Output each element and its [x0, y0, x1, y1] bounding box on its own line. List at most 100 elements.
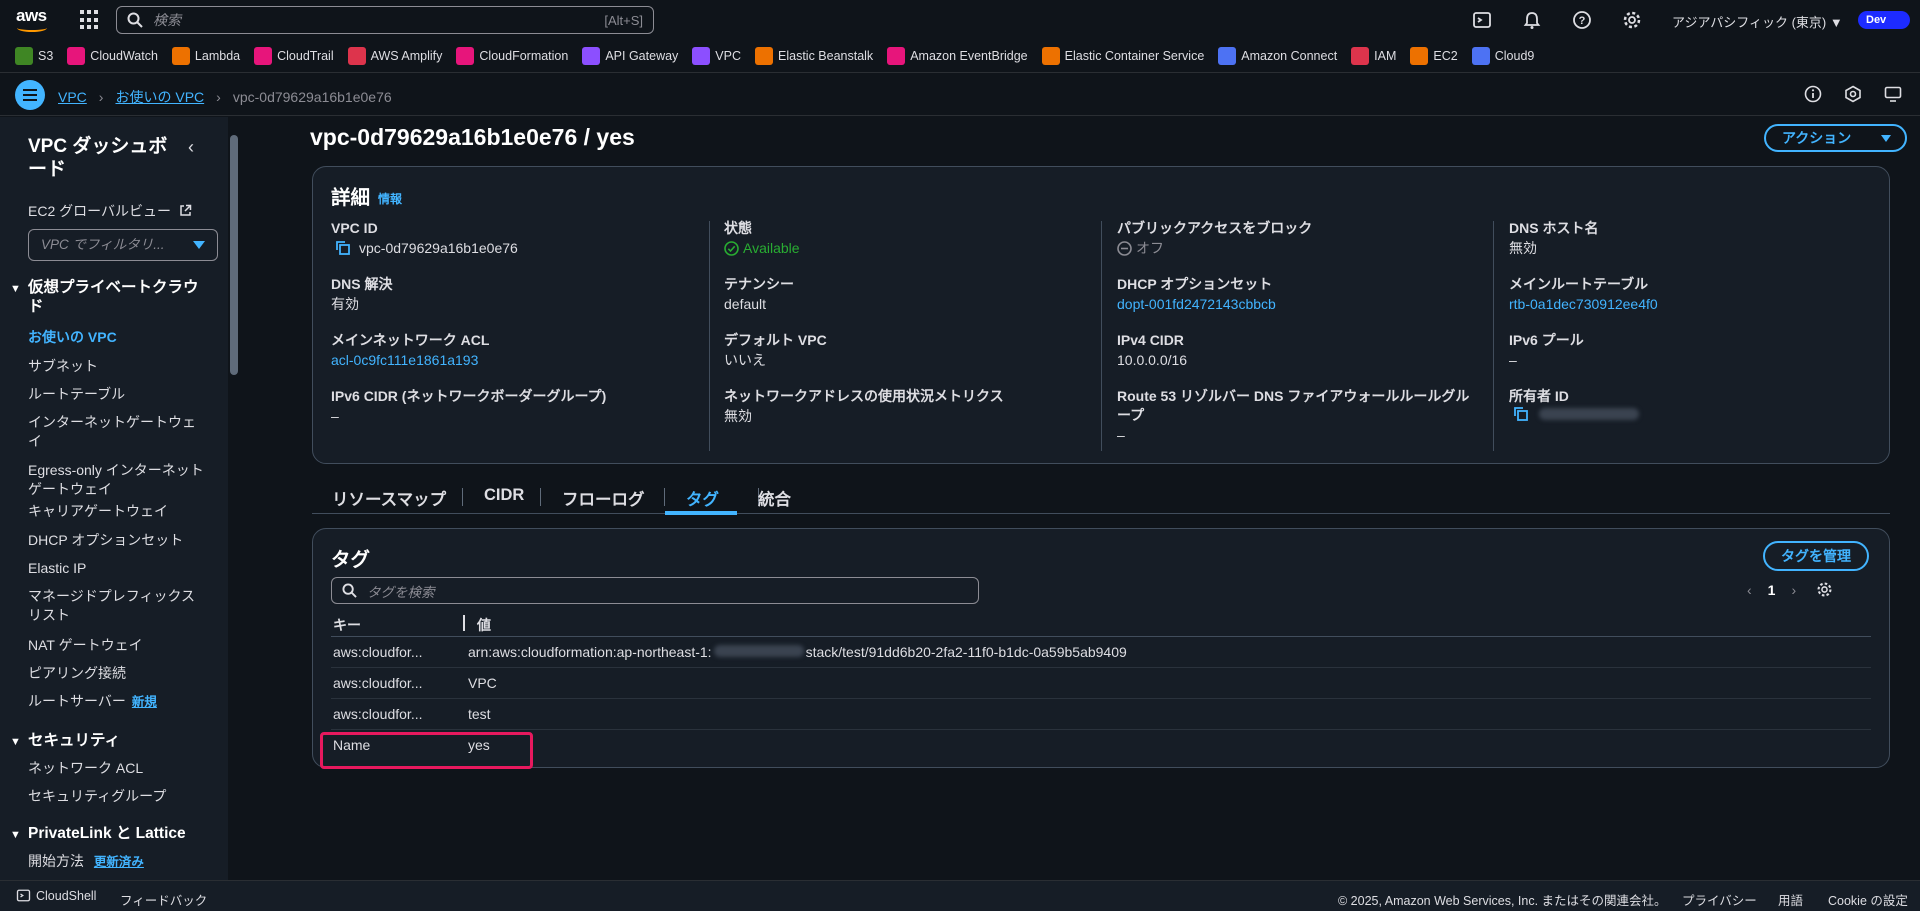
hamburger-menu-icon[interactable] — [15, 80, 45, 110]
favorite-cloud9[interactable]: Cloud9 — [1471, 47, 1534, 65]
feedback-link[interactable]: フィードバック — [120, 890, 207, 909]
column-resizer[interactable] — [463, 615, 465, 631]
page-tools — [1804, 85, 1902, 103]
redacted-account-id — [713, 645, 804, 657]
caret-down-icon — [1881, 135, 1891, 142]
tab-tags[interactable]: タグ — [686, 486, 719, 510]
field-main-acl: メインネットワーク ACL acl-0c9fc111e1861a193 — [331, 331, 701, 370]
favorite-amazon-connect[interactable]: Amazon Connect — [1218, 47, 1337, 65]
favorite-ec2[interactable]: EC2 — [1410, 47, 1458, 65]
bell-icon[interactable] — [1522, 10, 1542, 30]
footer: CloudShell フィードバック © 2025, Amazon Web Se… — [0, 880, 1920, 911]
tab-cidr[interactable]: CIDR — [484, 486, 524, 505]
sidebar-item-getting-started[interactable]: 開始方法 更新済み — [28, 852, 208, 872]
favorite-cloudtrail[interactable]: CloudTrail — [254, 47, 334, 65]
service-icon — [456, 47, 475, 65]
settings-gear-icon[interactable] — [1622, 10, 1642, 30]
cloudshell-icon[interactable] — [1472, 10, 1492, 30]
favorite-api-gateway[interactable]: API Gateway — [582, 47, 678, 65]
favorite-aws-amplify[interactable]: AWS Amplify — [347, 47, 442, 65]
region-selector[interactable]: アジアパシフィック (東京) ▼ — [1672, 12, 1843, 31]
services-grid-icon[interactable] — [80, 10, 100, 30]
security-shield-icon[interactable] — [1844, 85, 1862, 103]
table-row: aws:cloudfor... test — [331, 699, 1871, 730]
sidebar-section-vpc[interactable]: ▼ 仮想プライベートクラウド — [10, 278, 210, 316]
favorite-elastic-beanstalk[interactable]: Elastic Beanstalk — [755, 47, 873, 65]
copy-icon[interactable] — [335, 240, 351, 256]
copy-icon[interactable] — [1513, 406, 1529, 422]
favorite-cloudformation[interactable]: CloudFormation — [456, 47, 568, 65]
favorite-vpc[interactable]: VPC — [692, 47, 741, 65]
breadcrumb-vpc[interactable]: VPC — [58, 89, 87, 105]
terms-link[interactable]: 用語 — [1778, 890, 1803, 909]
sidebar-item-ec2-global-view[interactable]: EC2 グローバルビュー — [28, 202, 208, 221]
info-icon[interactable] — [1804, 85, 1822, 103]
favorite-lambda[interactable]: Lambda — [171, 47, 240, 65]
aws-logo[interactable]: aws — [16, 6, 50, 34]
service-icon — [887, 47, 906, 65]
actions-button[interactable]: アクション — [1764, 124, 1907, 152]
vpc-filter-select[interactable]: VPC でフィルタリ... — [28, 229, 218, 261]
global-search-input[interactable]: 検索 [Alt+S] — [116, 6, 654, 34]
table-settings-gear-icon[interactable] — [1816, 581, 1833, 598]
success-check-icon — [724, 240, 739, 256]
breadcrumb-bar: VPC › お使いの VPC › vpc-0d79629a16b1e0e76 — [0, 74, 1920, 116]
sidebar-item-vpc-3[interactable]: インターネットゲートウェイ — [28, 413, 208, 451]
sidebar-section-security[interactable]: ▼ セキュリティ — [10, 731, 210, 750]
breadcrumb-your-vpcs[interactable]: お使いの VPC — [115, 87, 204, 107]
sidebar-item-vpc-6[interactable]: DHCP オプションセット — [28, 531, 208, 550]
favorite-amazon-eventbridge[interactable]: Amazon EventBridge — [887, 47, 1028, 65]
service-icon — [1218, 47, 1237, 65]
sidebar-title[interactable]: VPC ダッシュボード — [28, 135, 168, 181]
privacy-link[interactable]: プライバシー — [1682, 890, 1757, 909]
caret-down-icon — [193, 241, 205, 249]
sidebar-scrollbar[interactable] — [228, 117, 240, 880]
sidebar-item-vpc-1[interactable]: サブネット — [28, 357, 208, 376]
monitor-icon[interactable] — [1884, 85, 1902, 103]
sidebar-item-vpc-2[interactable]: ルートテーブル — [28, 385, 208, 404]
favorite-iam[interactable]: IAM — [1351, 47, 1396, 65]
help-icon[interactable]: ? — [1572, 10, 1592, 30]
service-icon — [67, 47, 86, 65]
main-route-table-link[interactable]: rtb-0a1dec730912ee4f0 — [1509, 294, 1879, 314]
favorite-elastic-container-service[interactable]: Elastic Container Service — [1041, 47, 1204, 65]
updated-badge: 更新済み — [93, 855, 144, 869]
column-header-value[interactable]: 値 — [477, 615, 491, 635]
field-owner-id: 所有者 ID — [1509, 387, 1879, 422]
sidebar-item-vpc-4[interactable]: Egress-only インターネットゲートウェイ — [28, 461, 208, 499]
column-header-key[interactable]: キー — [333, 615, 361, 635]
tag-key: aws:cloudfor... — [333, 706, 423, 722]
sidebar-section-privatelink[interactable]: ▼ PrivateLink と Lattice — [10, 824, 210, 843]
tab-flow-logs[interactable]: フローログ — [562, 486, 645, 510]
manage-tags-button[interactable]: タグを管理 — [1763, 541, 1869, 571]
main-acl-link[interactable]: acl-0c9fc111e1861a193 — [331, 350, 701, 370]
tag-search-input[interactable]: タグを検索 — [331, 577, 979, 604]
cookie-settings-link[interactable]: Cookie の設定 — [1828, 890, 1908, 909]
previous-page-icon[interactable]: ‹ — [1747, 582, 1752, 598]
info-link[interactable]: 情報 — [378, 192, 402, 206]
sidebar-item-vpc-7[interactable]: Elastic IP — [28, 559, 208, 578]
sidebar-item-vpc-10[interactable]: ピアリング接続 — [28, 664, 208, 683]
next-page-icon[interactable]: › — [1791, 582, 1796, 598]
sidebar-item-vpc-11[interactable]: ルートサーバー 新規 — [28, 692, 208, 712]
tab-resource-map[interactable]: リソースマップ — [332, 486, 446, 510]
search-shortcut: [Alt+S] — [604, 12, 643, 28]
account-menu[interactable]: Dev — [1858, 11, 1910, 29]
sidebar-item-vpc-8[interactable]: マネージドプレフィックスリスト — [28, 587, 208, 625]
pagination: ‹ 1 › — [1747, 581, 1833, 598]
favorite-s3[interactable]: S3 — [15, 47, 53, 65]
dhcp-options-link[interactable]: dopt-001fd2472143cbbcb — [1117, 294, 1487, 314]
cloudshell-button[interactable]: CloudShell — [16, 888, 96, 903]
tab-integrations[interactable]: 統合 — [758, 486, 791, 510]
sidebar-item-vpc-0[interactable]: お使いの VPC — [28, 328, 208, 347]
favorites-bar: S3 CloudWatch Lambda CloudTrail AWS Amplify C… — [0, 40, 1920, 73]
field-default-vpc: デフォルト VPC いいえ — [724, 332, 827, 368]
collapse-sidebar-icon[interactable]: ‹ — [188, 137, 194, 158]
sidebar-item-network-acl[interactable]: ネットワーク ACL — [28, 759, 208, 778]
sidebar-item-security-groups[interactable]: セキュリティグループ — [28, 787, 208, 806]
sidebar-item-vpc-9[interactable]: NAT ゲートウェイ — [28, 636, 208, 655]
highlight-box — [320, 732, 533, 769]
favorite-cloudwatch[interactable]: CloudWatch — [67, 47, 158, 65]
current-page[interactable]: 1 — [1768, 582, 1776, 598]
sidebar-item-vpc-5[interactable]: キャリアゲートウェイ — [28, 502, 208, 521]
